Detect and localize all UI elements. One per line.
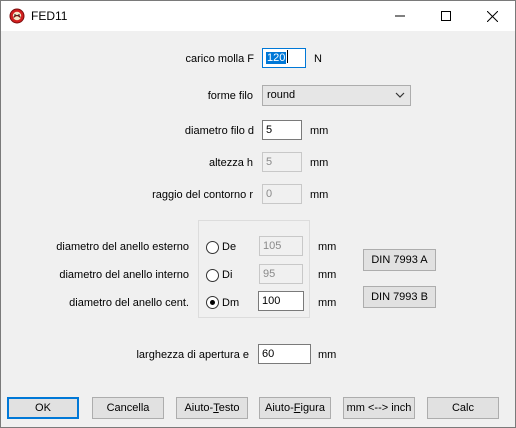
outer-diameter-label: diametro del anello esterno: [56, 241, 189, 253]
load-input[interactable]: 120: [262, 48, 306, 68]
outer-diameter-value: 105: [263, 240, 282, 252]
text-caret: [287, 50, 289, 63]
contour-radius-input[interactable]: 0: [262, 184, 302, 204]
inner-diameter-input[interactable]: 95: [259, 264, 303, 284]
opening-width-value: 60: [262, 348, 275, 360]
spring-app-icon: [9, 8, 25, 24]
outer-diameter-radio-label[interactable]: De: [222, 240, 236, 254]
minimize-icon: [395, 15, 405, 17]
contour-radius-label: raggio del contorno r: [152, 189, 253, 201]
wire-shape-value: round: [267, 89, 296, 101]
din-7993-a-button[interactable]: DIN 7993 A: [363, 249, 436, 271]
mean-diameter-unit: mm: [318, 297, 337, 309]
opening-width-input[interactable]: 60: [258, 344, 311, 364]
help-text-prefix: Aiuto-: [184, 402, 214, 414]
ok-button[interactable]: OK: [7, 397, 79, 419]
window-title: FED11: [31, 9, 68, 23]
inner-diameter-label: diametro del anello interno: [59, 269, 189, 281]
chevron-down-icon: [395, 92, 405, 98]
height-input[interactable]: 5: [262, 152, 302, 172]
wire-shape-select[interactable]: round: [262, 85, 411, 106]
mean-diameter-radio[interactable]: [206, 296, 219, 309]
opening-width-unit: mm: [318, 349, 337, 361]
maximize-button[interactable]: [423, 1, 469, 31]
help-figure-button[interactable]: Aiuto-Figura: [259, 397, 331, 419]
load-value: 120: [266, 52, 287, 64]
inner-diameter-unit: mm: [318, 269, 337, 281]
maximize-icon: [441, 11, 451, 21]
mean-diameter-input[interactable]: 100: [258, 291, 304, 311]
help-text-button[interactable]: Aiuto-Testo: [176, 397, 248, 419]
outer-diameter-input[interactable]: 105: [259, 236, 303, 256]
help-figure-accelerator: F: [293, 402, 301, 414]
help-figure-suffix: igura: [300, 402, 325, 414]
height-unit: mm: [310, 157, 329, 169]
inner-diameter-radio[interactable]: [206, 269, 219, 282]
load-unit: N: [314, 53, 322, 65]
calc-button[interactable]: Calc: [427, 397, 499, 419]
wire-shape-label: forme filo: [207, 90, 253, 102]
contour-radius-value: 0: [266, 188, 273, 200]
close-button[interactable]: [469, 1, 515, 31]
inner-diameter-radio-label[interactable]: Di: [222, 268, 232, 282]
contour-radius-unit: mm: [310, 189, 329, 201]
mean-diameter-value: 100: [262, 295, 281, 307]
wire-diameter-label: diametro filo d: [184, 125, 254, 137]
load-label: carico molla F: [185, 53, 254, 65]
height-value: 5: [266, 156, 273, 168]
close-icon: [486, 10, 498, 22]
title-bar: FED11: [1, 1, 515, 31]
wire-diameter-unit: mm: [310, 125, 329, 137]
wire-diameter-input[interactable]: 5: [262, 120, 302, 140]
opening-width-label: larghezza di apertura e: [136, 349, 249, 361]
fed11-dialog: FED11 carico molla F 120 N forme filo ro…: [0, 0, 516, 428]
mean-diameter-radio-label[interactable]: Dm: [222, 296, 239, 310]
help-text-suffix: esto: [218, 402, 240, 414]
outer-diameter-radio[interactable]: [206, 241, 219, 254]
inner-diameter-value: 95: [263, 268, 276, 280]
help-figure-prefix: Aiuto-: [265, 402, 294, 414]
height-label: altezza h: [208, 157, 253, 169]
wire-diameter-value: 5: [266, 124, 273, 136]
outer-diameter-unit: mm: [318, 241, 337, 253]
cancel-button[interactable]: Cancella: [92, 397, 164, 419]
mean-diameter-label: diametro del anello cent.: [69, 297, 189, 309]
minimize-button[interactable]: [377, 1, 423, 31]
din-7993-b-button[interactable]: DIN 7993 B: [363, 286, 436, 308]
unit-toggle-button[interactable]: mm <--> inch: [343, 397, 415, 419]
